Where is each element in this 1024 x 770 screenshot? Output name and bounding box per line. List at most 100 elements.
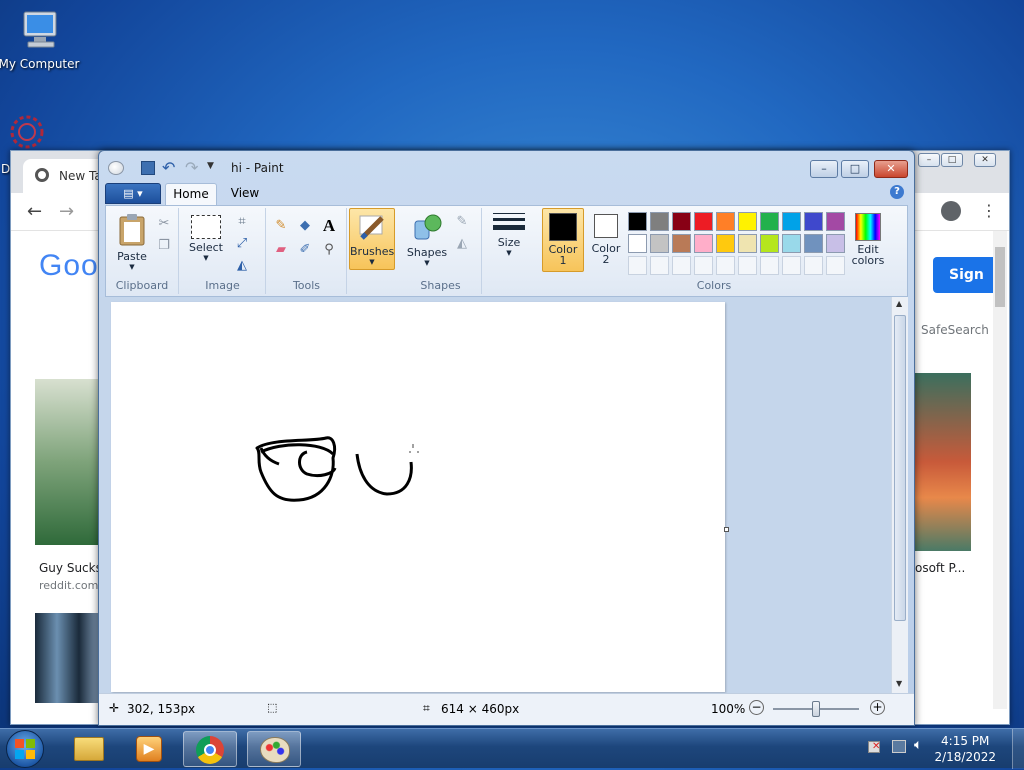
save-icon[interactable] <box>141 161 155 175</box>
palette-color-swatch[interactable] <box>650 256 669 275</box>
action-center-icon[interactable]: ✕ <box>868 741 880 753</box>
outline-icon[interactable]: ✎ <box>452 212 472 232</box>
paste-button[interactable]: Paste ▼ <box>112 210 152 272</box>
volume-icon[interactable]: 🔈︎ <box>914 737 922 753</box>
zoom-slider[interactable] <box>773 701 859 717</box>
palette-color-swatch[interactable] <box>694 256 713 275</box>
quick-access-dropdown-icon[interactable]: ▼ <box>207 161 214 171</box>
palette-color-swatch[interactable] <box>804 212 823 231</box>
cut-icon[interactable]: ✂ <box>154 214 174 234</box>
close-button[interactable]: ✕ <box>874 160 908 178</box>
chrome-close-button[interactable]: ✕ <box>974 153 996 167</box>
palette-color-swatch[interactable] <box>804 234 823 253</box>
rotate-icon[interactable]: ◭ <box>232 256 252 276</box>
redo-icon[interactable]: ↷ <box>185 158 198 177</box>
palette-color-swatch[interactable] <box>716 212 735 231</box>
magnifier-icon[interactable]: ⚲ <box>319 240 339 260</box>
file-menu-button[interactable]: ▤ ▾ <box>105 183 161 204</box>
palette-color-swatch[interactable] <box>628 212 647 231</box>
palette-color-swatch[interactable] <box>782 212 801 231</box>
canvas-resize-handle[interactable] <box>724 527 729 532</box>
palette-color-swatch[interactable] <box>760 234 779 253</box>
profile-icon[interactable] <box>941 201 961 221</box>
size-button[interactable]: Size ▼ <box>486 208 532 270</box>
shapes-button[interactable]: Shapes ▼ <box>404 210 450 272</box>
crop-icon[interactable]: ⌗ <box>232 212 252 232</box>
zoom-in-button[interactable]: + <box>870 700 885 715</box>
undo-icon[interactable]: ↶ <box>162 158 175 177</box>
clock[interactable]: 4:15 PM 2/18/2022 <box>934 733 996 765</box>
color-picker-icon[interactable]: ✐ <box>295 240 315 260</box>
result-title[interactable]: osoft P... <box>915 561 965 575</box>
result-title[interactable]: Guy Sucks <box>39 561 102 575</box>
taskbar-media-player[interactable]: ▶ <box>122 731 176 767</box>
image-result-thumbnail[interactable] <box>35 379 101 545</box>
show-desktop-button[interactable] <box>1012 729 1024 769</box>
zoom-out-button[interactable]: − <box>749 700 764 715</box>
zoom-slider-thumb[interactable] <box>812 701 820 717</box>
palette-color-swatch[interactable] <box>672 234 691 253</box>
palette-color-swatch[interactable] <box>760 212 779 231</box>
brushes-button[interactable]: Brushes ▼ <box>349 208 395 270</box>
palette-color-swatch[interactable] <box>672 212 691 231</box>
start-button[interactable] <box>6 730 44 768</box>
fill-shape-icon[interactable]: ◭ <box>452 234 472 254</box>
chrome-scrollbar[interactable] <box>993 231 1007 709</box>
resize-icon[interactable]: ⤢ <box>232 234 252 254</box>
forward-arrow-icon[interactable]: → <box>59 201 74 222</box>
canvas-workspace[interactable] <box>99 297 899 693</box>
palette-color-swatch[interactable] <box>738 234 757 253</box>
help-icon[interactable]: ? <box>890 185 904 199</box>
network-tray-icon[interactable] <box>892 740 906 753</box>
scroll-down-icon[interactable]: ▼ <box>896 679 902 688</box>
scrollbar-thumb[interactable] <box>894 315 906 621</box>
eraser-icon[interactable]: ▰ <box>271 240 291 260</box>
image-result-thumbnail[interactable] <box>915 373 971 551</box>
fill-icon[interactable]: ◆ <box>295 216 315 236</box>
desktop-icon-network[interactable]: D <box>0 112 57 176</box>
palette-color-swatch[interactable] <box>760 256 779 275</box>
pencil-icon[interactable]: ✎ <box>271 216 291 236</box>
palette-color-swatch[interactable] <box>782 256 801 275</box>
desktop-icon-my-computer[interactable]: My Computer <box>0 8 81 71</box>
tab-view[interactable]: View <box>225 183 265 205</box>
taskbar-paint[interactable] <box>247 731 301 767</box>
palette-color-swatch[interactable] <box>826 212 845 231</box>
taskbar-chrome[interactable] <box>183 731 237 767</box>
palette-color-swatch[interactable] <box>628 256 647 275</box>
select-button[interactable]: Select ▼ <box>186 210 226 272</box>
palette-color-swatch[interactable] <box>826 256 845 275</box>
palette-color-swatch[interactable] <box>694 234 713 253</box>
sign-in-button[interactable]: Sign in <box>933 257 999 293</box>
chrome-maximize-button[interactable]: □ <box>941 153 963 167</box>
palette-color-swatch[interactable] <box>804 256 823 275</box>
paint-titlebar[interactable]: ↶ ↷ ▼ hi - Paint – □ ✕ <box>99 151 914 181</box>
chrome-scrollbar-thumb[interactable] <box>995 247 1005 307</box>
color1-button[interactable]: Color 1 <box>542 208 584 272</box>
palette-color-swatch[interactable] <box>826 234 845 253</box>
palette-color-swatch[interactable] <box>650 234 669 253</box>
scroll-up-icon[interactable]: ▲ <box>896 299 902 308</box>
drawing-canvas[interactable] <box>111 302 725 692</box>
vertical-scrollbar[interactable]: ▲ ▼ <box>891 297 908 693</box>
taskbar-explorer[interactable] <box>62 731 116 767</box>
color2-button[interactable]: Color 2 <box>586 208 626 272</box>
maximize-button[interactable]: □ <box>841 160 869 178</box>
palette-color-swatch[interactable] <box>694 212 713 231</box>
palette-color-swatch[interactable] <box>738 256 757 275</box>
safesearch-label[interactable]: SafeSearch <box>921 323 989 337</box>
text-icon[interactable]: A <box>319 216 339 236</box>
paint-window[interactable]: ↶ ↷ ▼ hi - Paint – □ ✕ ▤ ▾ Home View ? P… <box>98 150 915 726</box>
chrome-minimize-button[interactable]: – <box>918 153 940 167</box>
palette-color-swatch[interactable] <box>628 234 647 253</box>
copy-icon[interactable]: ❐ <box>154 236 174 256</box>
minimize-button[interactable]: – <box>810 160 838 178</box>
palette-color-swatch[interactable] <box>716 234 735 253</box>
palette-color-swatch[interactable] <box>672 256 691 275</box>
tab-home[interactable]: Home <box>165 183 217 205</box>
edit-colors-button[interactable]: Edit colors <box>848 210 888 272</box>
image-result-thumbnail[interactable] <box>35 613 101 703</box>
palette-color-swatch[interactable] <box>716 256 735 275</box>
back-arrow-icon[interactable]: ← <box>27 201 42 222</box>
palette-color-swatch[interactable] <box>738 212 757 231</box>
